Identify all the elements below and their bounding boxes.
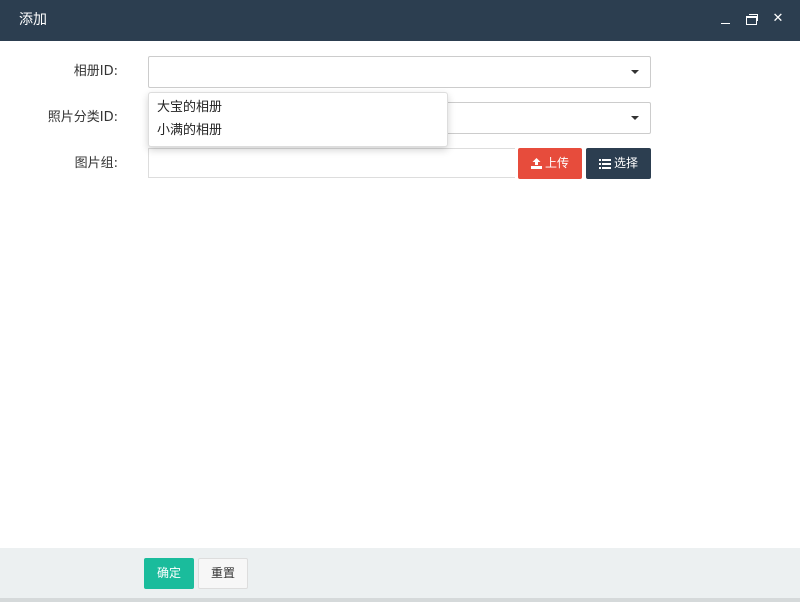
- dialog-title: 添加: [19, 12, 47, 28]
- confirm-button[interactable]: 确定: [144, 558, 194, 589]
- reset-button[interactable]: 重置: [198, 558, 248, 589]
- choose-button[interactable]: 选择: [586, 148, 651, 179]
- upload-label: 上传: [544, 156, 569, 170]
- album-select[interactable]: [148, 56, 651, 88]
- dialog-titlebar: 添加 ✕: [0, 0, 800, 41]
- dropdown-option[interactable]: 小满的相册: [149, 120, 447, 142]
- images-row: 图片组: 上传 选择: [0, 148, 800, 180]
- category-label: 照片分类ID:: [47, 110, 118, 125]
- caret-down-icon: [631, 116, 639, 120]
- images-label: 图片组:: [74, 156, 118, 171]
- upload-button[interactable]: 上传: [518, 148, 582, 179]
- maximize-icon[interactable]: [744, 11, 760, 27]
- dropdown-option[interactable]: 大宝的相册: [149, 97, 447, 119]
- album-label: 相册ID:: [73, 64, 118, 79]
- choose-label: 选择: [613, 156, 638, 170]
- upload-icon: [530, 158, 542, 169]
- album-dropdown: 大宝的相册 小满的相册: [148, 92, 448, 147]
- album-row: 相册ID:: [0, 56, 800, 88]
- dialog-footer: 确定 重置: [0, 548, 800, 602]
- caret-down-icon: [631, 70, 639, 74]
- minimize-icon[interactable]: [718, 11, 734, 27]
- list-icon: [598, 158, 611, 169]
- close-icon[interactable]: ✕: [770, 11, 786, 27]
- images-input[interactable]: [148, 148, 515, 178]
